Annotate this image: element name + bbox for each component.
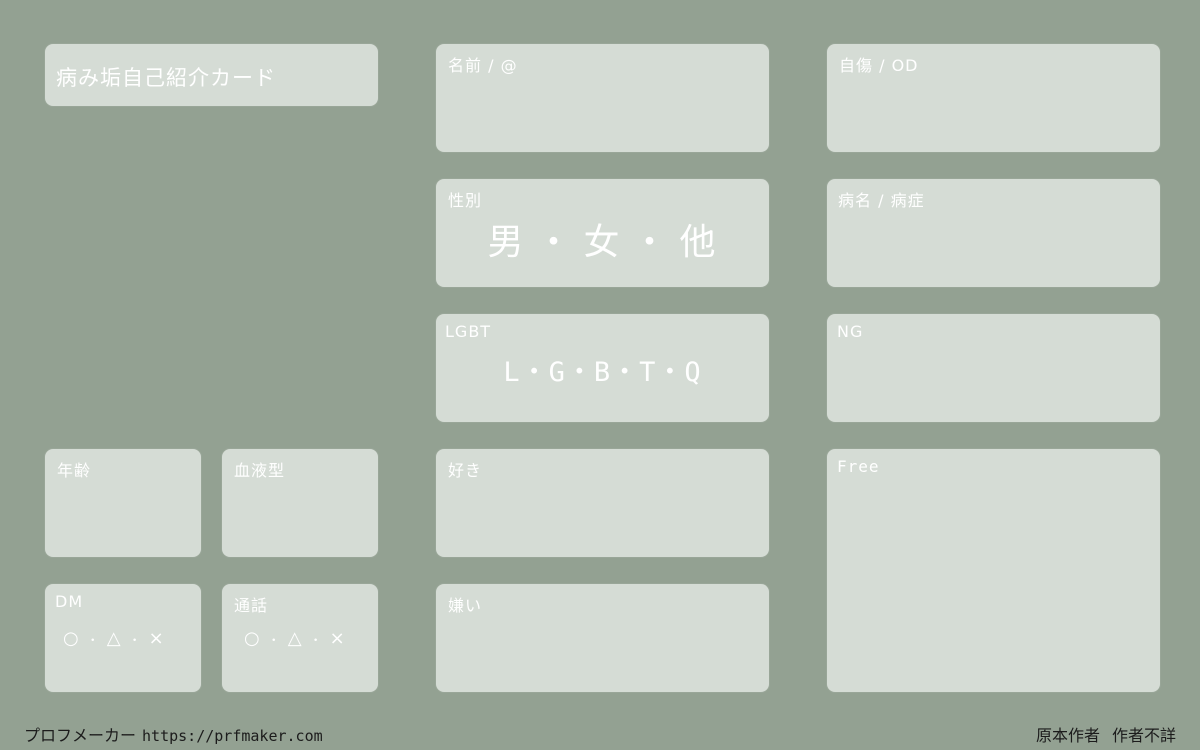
- card-title: 病み垢自己紹介カード: [56, 66, 276, 90]
- call-field[interactable]: 通話 ○ ・ △ ・ ×: [222, 584, 378, 692]
- dm-option-maybe[interactable]: △: [107, 628, 123, 649]
- gender-option-female[interactable]: 女: [583, 222, 621, 263]
- dm-options: ○ ・ △ ・ ×: [63, 628, 166, 649]
- author-label: 原本作者: [1035, 726, 1100, 745]
- footer-author: 原本作者 作者不詳: [1036, 722, 1176, 746]
- selfharm-field[interactable]: 自傷 / OD: [827, 44, 1160, 152]
- call-options: ○ ・ △ ・ ×: [244, 628, 347, 649]
- separator: ・: [656, 357, 685, 388]
- name-label: 名前 / @: [448, 56, 518, 75]
- dm-field[interactable]: DM ○ ・ △ ・ ×: [45, 584, 201, 692]
- call-option-ok[interactable]: ○: [244, 628, 262, 649]
- lgbt-field[interactable]: LGBT L・G・B・T・Q: [436, 314, 769, 422]
- dm-option-ok[interactable]: ○: [63, 628, 81, 649]
- age-field[interactable]: 年齢: [45, 449, 201, 557]
- footer-credit: プロフメーカー https://prfmaker.com: [24, 722, 323, 746]
- separator: ・: [128, 633, 143, 647]
- free-label: Free: [837, 457, 880, 476]
- site-name: プロフメーカー: [24, 726, 137, 745]
- separator: ・: [86, 633, 101, 647]
- blood-type-label: 血液型: [234, 461, 286, 480]
- name-field[interactable]: 名前 / @: [436, 44, 769, 152]
- ng-label: NG: [837, 322, 864, 341]
- likes-label: 好き: [448, 461, 483, 480]
- dm-label: DM: [55, 592, 84, 611]
- lgbt-label: LGBT: [445, 322, 492, 341]
- dm-option-no[interactable]: ×: [149, 628, 166, 649]
- author-value: 作者不詳: [1111, 726, 1176, 745]
- lgbt-option-b[interactable]: B: [594, 357, 611, 388]
- illness-label: 病名 / 病症: [838, 191, 925, 210]
- lgbt-option-q[interactable]: Q: [684, 357, 701, 388]
- call-option-no[interactable]: ×: [330, 628, 347, 649]
- call-option-maybe[interactable]: △: [288, 628, 304, 649]
- lgbt-option-t[interactable]: T: [639, 357, 656, 388]
- illness-field[interactable]: 病名 / 病症: [827, 179, 1160, 287]
- gender-option-male[interactable]: 男: [487, 222, 525, 263]
- separator: ・: [611, 357, 640, 388]
- lgbt-options: L・G・B・T・Q: [436, 350, 769, 389]
- age-label: 年齢: [57, 461, 92, 480]
- likes-field[interactable]: 好き: [436, 449, 769, 557]
- selfharm-label: 自傷 / OD: [839, 56, 919, 75]
- separator: ・: [631, 222, 670, 263]
- card-title-box: 病み垢自己紹介カード: [45, 44, 378, 106]
- ng-field[interactable]: NG: [827, 314, 1160, 422]
- gender-options: 男・女・他: [436, 213, 769, 265]
- separator: ・: [535, 222, 574, 263]
- dislikes-field[interactable]: 嫌い: [436, 584, 769, 692]
- lgbt-option-g[interactable]: G: [549, 357, 566, 388]
- separator: ・: [565, 357, 594, 388]
- lgbt-option-l[interactable]: L: [503, 357, 520, 388]
- separator: ・: [267, 633, 282, 647]
- free-field[interactable]: Free: [827, 449, 1160, 692]
- separator: ・: [309, 633, 324, 647]
- site-url-link[interactable]: https://prfmaker.com: [142, 727, 323, 745]
- blood-type-field[interactable]: 血液型: [222, 449, 378, 557]
- gender-label: 性別: [448, 191, 483, 210]
- separator: ・: [520, 357, 549, 388]
- gender-option-other[interactable]: 他: [680, 222, 718, 263]
- dislikes-label: 嫌い: [448, 596, 483, 615]
- call-label: 通話: [234, 596, 269, 615]
- gender-field[interactable]: 性別 男・女・他: [436, 179, 769, 287]
